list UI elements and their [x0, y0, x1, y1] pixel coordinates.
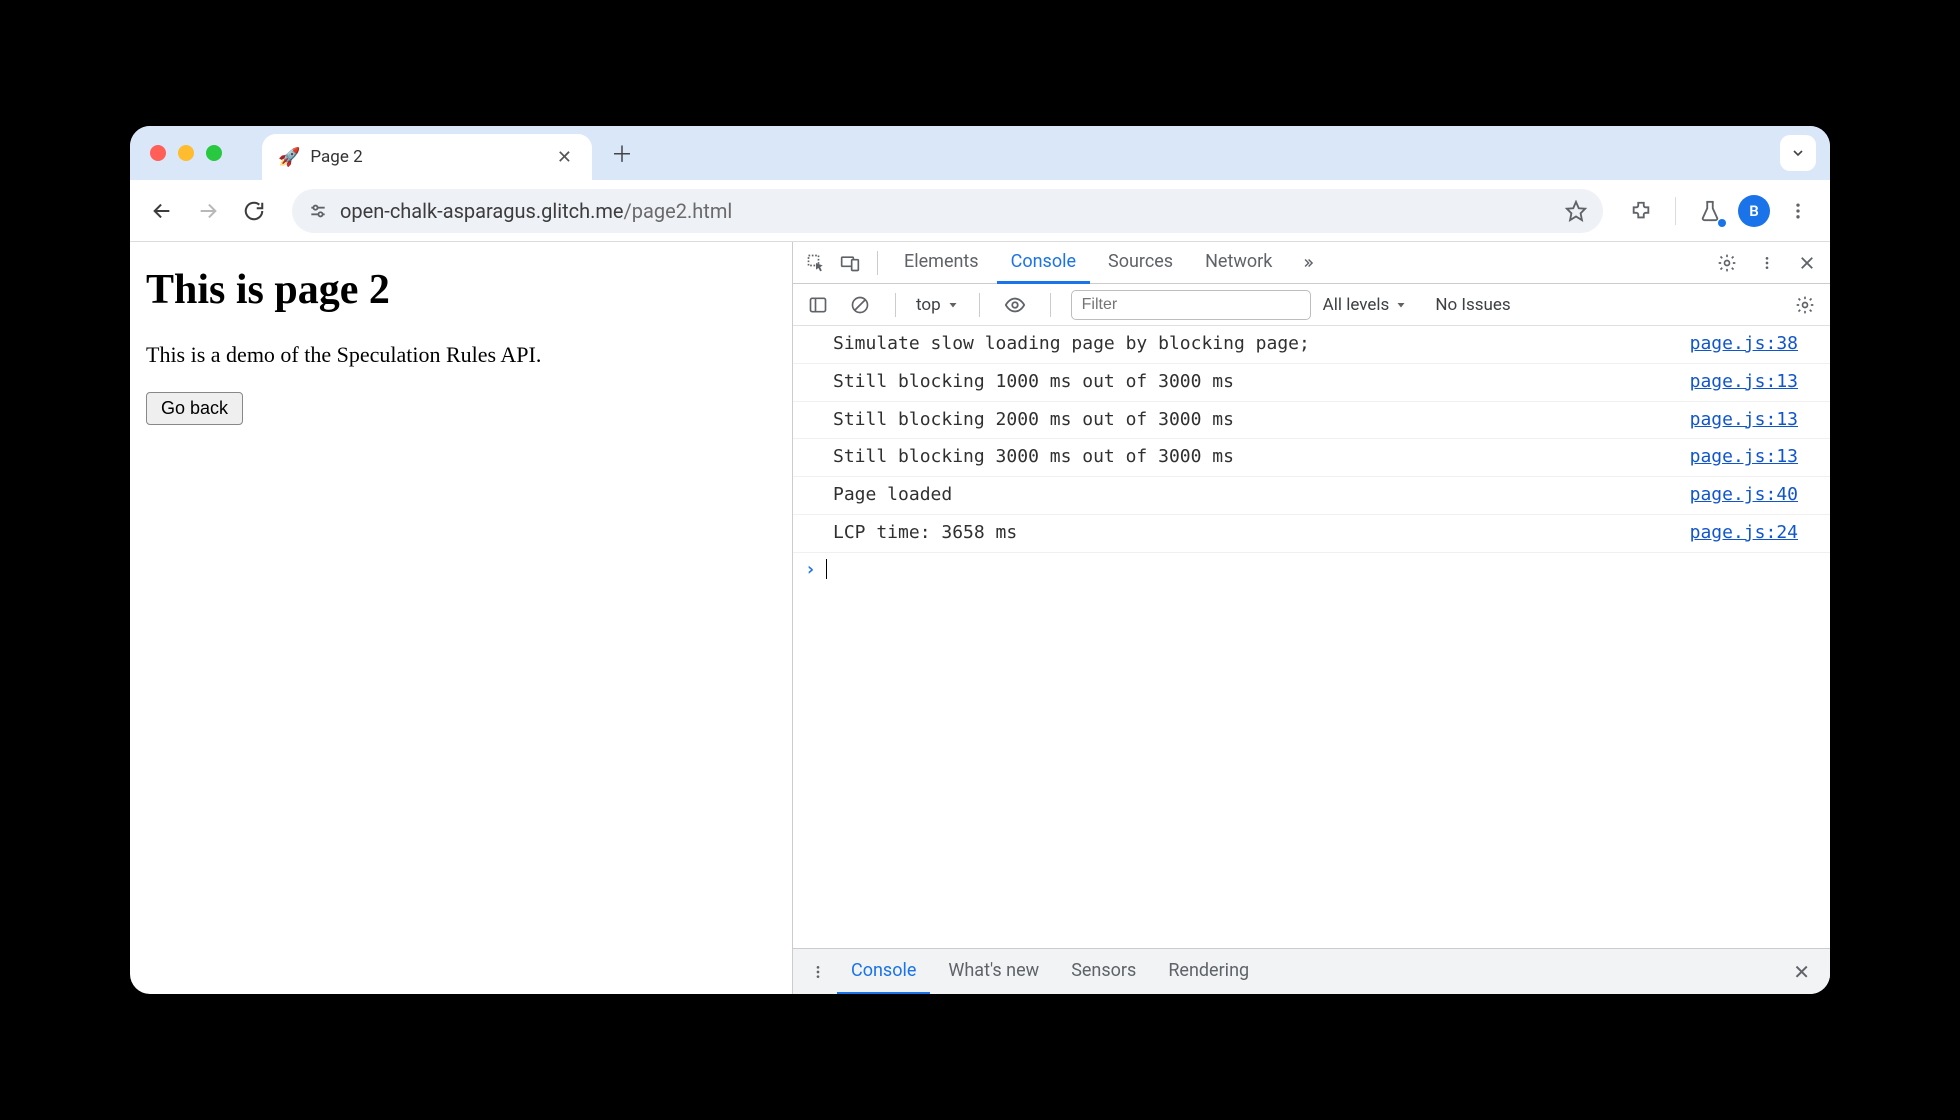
- live-expression-icon[interactable]: [1000, 290, 1030, 320]
- window-controls: [150, 145, 222, 161]
- tab-close-button[interactable]: ✕: [553, 143, 576, 172]
- browser-toolbar: open-chalk-asparagus.glitch.me/page2.htm…: [130, 180, 1830, 242]
- drawer-tab-sensors[interactable]: Sensors: [1057, 949, 1150, 995]
- reload-button[interactable]: [236, 193, 272, 229]
- clear-console-icon[interactable]: [845, 290, 875, 320]
- tab-favicon-icon: 🚀: [278, 147, 300, 168]
- bookmark-star-icon[interactable]: [1565, 200, 1587, 222]
- console-log-row: LCP time: 3658 mspage.js:24: [793, 515, 1830, 553]
- page-viewport: This is page 2 This is a demo of the Spe…: [130, 242, 793, 994]
- console-log-area: Simulate slow loading page by blocking p…: [793, 326, 1830, 948]
- log-source-link[interactable]: page.js:13: [1690, 406, 1818, 435]
- console-prompt[interactable]: ›: [793, 553, 1830, 586]
- console-sidebar-toggle-icon[interactable]: [803, 290, 833, 320]
- devtools-tab-sources[interactable]: Sources: [1094, 242, 1187, 284]
- new-tab-button[interactable]: ＋: [602, 133, 642, 173]
- page-heading: This is page 2: [146, 266, 776, 314]
- inspect-element-icon[interactable]: [801, 248, 831, 278]
- tab-strip: 🚀 Page 2 ✕ ＋: [130, 126, 1830, 180]
- url-text: open-chalk-asparagus.glitch.me/page2.htm…: [340, 199, 1553, 223]
- console-settings-icon[interactable]: [1790, 290, 1820, 320]
- devtools-tabbar: Elements Console Sources Network: [793, 242, 1830, 284]
- content-area: This is page 2 This is a demo of the Spe…: [130, 242, 1830, 994]
- console-toolbar: top All levels No Issues: [793, 284, 1830, 326]
- devtools-menu-icon[interactable]: [1752, 248, 1782, 278]
- devtools-close-icon[interactable]: [1792, 248, 1822, 278]
- console-context-selector[interactable]: top: [916, 295, 959, 315]
- prompt-caret-icon: ›: [805, 559, 816, 580]
- window-close-button[interactable]: [150, 145, 166, 161]
- log-source-link[interactable]: page.js:40: [1690, 481, 1818, 510]
- extensions-button[interactable]: [1623, 193, 1659, 229]
- devtools-drawer: Console What's new Sensors Rendering ✕: [793, 948, 1830, 994]
- console-log-row: Simulate slow loading page by blocking p…: [793, 326, 1830, 364]
- drawer-tab-console[interactable]: Console: [837, 949, 930, 995]
- page-paragraph: This is a demo of the Speculation Rules …: [146, 342, 776, 368]
- log-message: Page loaded: [833, 481, 1690, 510]
- site-settings-icon[interactable]: [308, 201, 328, 221]
- device-toolbar-icon[interactable]: [835, 248, 865, 278]
- log-source-link[interactable]: page.js:13: [1690, 443, 1818, 472]
- log-message: Still blocking 2000 ms out of 3000 ms: [833, 406, 1690, 435]
- drawer-close-icon[interactable]: ✕: [1783, 960, 1820, 984]
- console-filter-input[interactable]: [1071, 290, 1311, 320]
- console-log-row: Page loadedpage.js:40: [793, 477, 1830, 515]
- drawer-tab-whatsnew[interactable]: What's new: [934, 949, 1053, 995]
- tab-title: Page 2: [310, 147, 542, 167]
- log-levels-selector[interactable]: All levels: [1323, 295, 1408, 315]
- log-source-link[interactable]: page.js:13: [1690, 368, 1818, 397]
- window-minimize-button[interactable]: [178, 145, 194, 161]
- drawer-menu-icon[interactable]: [803, 957, 833, 987]
- log-message: Still blocking 3000 ms out of 3000 ms: [833, 443, 1690, 472]
- toolbar-divider: [1675, 197, 1676, 225]
- console-log-row: Still blocking 3000 ms out of 3000 mspag…: [793, 439, 1830, 477]
- browser-window: 🚀 Page 2 ✕ ＋ open-chalk-asparagus.glitch…: [130, 126, 1830, 994]
- devtools-tab-console[interactable]: Console: [997, 242, 1090, 284]
- chrome-menu-button[interactable]: [1780, 193, 1816, 229]
- tab-search-button[interactable]: [1780, 135, 1816, 171]
- devtools-tab-network[interactable]: Network: [1191, 242, 1286, 284]
- labs-button[interactable]: [1692, 193, 1728, 229]
- log-message: LCP time: 3658 ms: [833, 519, 1690, 548]
- browser-tab[interactable]: 🚀 Page 2 ✕: [262, 134, 592, 180]
- log-source-link[interactable]: page.js:24: [1690, 519, 1818, 548]
- devtools-panel: Elements Console Sources Network: [793, 242, 1830, 994]
- devtools-more-tabs-button[interactable]: [1290, 256, 1326, 270]
- forward-button[interactable]: [190, 193, 226, 229]
- text-cursor: [826, 559, 827, 579]
- devtools-tab-elements[interactable]: Elements: [890, 242, 993, 284]
- devtools-settings-icon[interactable]: [1712, 248, 1742, 278]
- log-message: Still blocking 1000 ms out of 3000 ms: [833, 368, 1690, 397]
- address-bar[interactable]: open-chalk-asparagus.glitch.me/page2.htm…: [292, 189, 1603, 233]
- log-message: Simulate slow loading page by blocking p…: [833, 330, 1690, 359]
- console-log-row: Still blocking 2000 ms out of 3000 mspag…: [793, 402, 1830, 440]
- console-log-row: Still blocking 1000 ms out of 3000 mspag…: [793, 364, 1830, 402]
- window-maximize-button[interactable]: [206, 145, 222, 161]
- back-button[interactable]: [144, 193, 180, 229]
- profile-avatar[interactable]: B: [1738, 195, 1770, 227]
- drawer-tab-rendering[interactable]: Rendering: [1154, 949, 1263, 995]
- go-back-button[interactable]: Go back: [146, 392, 243, 425]
- issues-counter[interactable]: No Issues: [1435, 295, 1510, 315]
- log-source-link[interactable]: page.js:38: [1690, 330, 1818, 359]
